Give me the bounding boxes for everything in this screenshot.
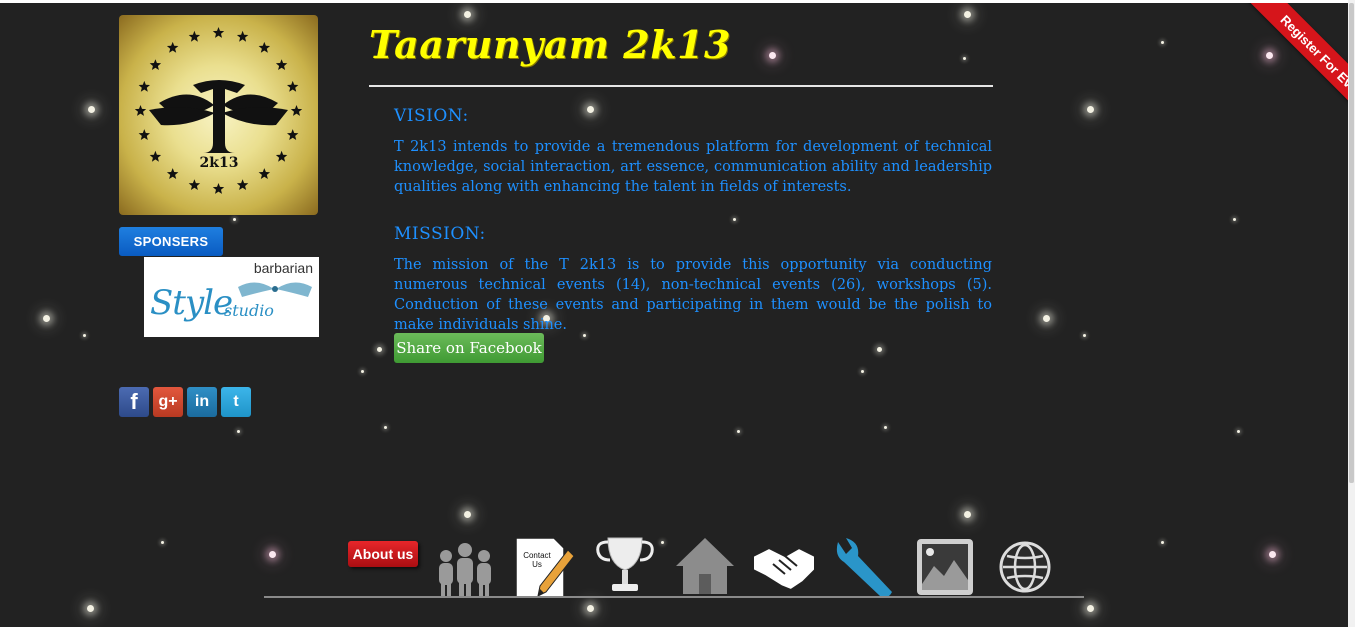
logo-star — [212, 183, 225, 194]
page-title: Taarunyam 2k13 — [369, 22, 731, 67]
wrench-icon[interactable] — [830, 534, 896, 600]
browser-frame-top — [0, 0, 1355, 3]
sponsor-wings-icon — [238, 282, 312, 297]
logo-star — [138, 80, 150, 92]
star — [661, 541, 664, 544]
handshake-icon[interactable] — [751, 534, 817, 600]
vision-heading: VISION: — [394, 106, 469, 126]
google-plus-icon[interactable]: g+ — [153, 387, 183, 417]
sponsors-button[interactable]: SPONSERS — [119, 227, 223, 256]
globe-icon[interactable] — [992, 534, 1058, 600]
sponsor-logo-studio: studio — [224, 301, 274, 320]
star — [88, 106, 95, 113]
logo-star — [188, 30, 201, 42]
star — [1087, 106, 1094, 113]
logo-emblem: 2k13 — [134, 27, 303, 194]
logo-star — [212, 27, 225, 38]
logo-star — [258, 41, 271, 53]
logo-star — [287, 129, 299, 140]
star — [963, 57, 966, 60]
star — [87, 605, 94, 612]
star — [1161, 41, 1164, 44]
svg-text:2k13: 2k13 — [200, 155, 239, 171]
logo-star — [275, 150, 288, 162]
star — [43, 315, 50, 322]
logo-star — [149, 59, 162, 70]
star — [161, 541, 164, 544]
star — [861, 370, 864, 373]
facebook-icon[interactable]: f — [119, 387, 149, 417]
scrollbar-track[interactable] — [1348, 0, 1355, 627]
star — [1087, 605, 1094, 612]
gallery-icon[interactable] — [912, 534, 978, 600]
register-ribbon-wrapper: Register For Event — [1208, 3, 1348, 143]
logo-star — [138, 129, 150, 140]
logo-star — [290, 105, 303, 116]
event-logo: 2k13 — [119, 15, 318, 215]
star — [877, 347, 882, 352]
star — [384, 426, 387, 429]
star — [1043, 315, 1050, 322]
star — [233, 218, 236, 221]
star — [587, 605, 594, 612]
star — [1237, 430, 1240, 433]
logo-star — [134, 105, 147, 116]
star — [377, 347, 382, 352]
logo-star — [236, 30, 249, 42]
star — [83, 334, 86, 337]
sponsor-logo-barbarian[interactable]: barbarian Style studio — [144, 257, 319, 337]
star — [769, 52, 776, 59]
logo-star — [149, 150, 162, 162]
about-us-button[interactable]: About us — [348, 541, 418, 567]
logo-star — [188, 179, 201, 190]
register-for-event-ribbon[interactable]: Register For Event — [1244, 3, 1348, 138]
scrollbar-thumb[interactable] — [1349, 3, 1354, 483]
logo-star — [275, 59, 288, 70]
star — [464, 511, 471, 518]
trophy-icon[interactable] — [592, 534, 658, 600]
vision-text: T 2k13 intends to provide a tremendous p… — [394, 139, 992, 195]
star — [884, 426, 887, 429]
people-icon[interactable] — [432, 534, 498, 600]
star — [464, 11, 471, 18]
logo-star — [287, 80, 299, 92]
home-icon[interactable] — [672, 534, 738, 600]
star — [361, 370, 364, 373]
star — [1233, 218, 1236, 221]
mission-heading: MISSION: — [394, 224, 486, 244]
mission-text: The mission of the T 2k13 is to provide … — [394, 257, 992, 333]
star — [587, 106, 594, 113]
star — [964, 11, 971, 18]
star — [237, 430, 240, 433]
logo-star — [166, 41, 179, 53]
logo-star — [236, 179, 249, 190]
logo-star — [166, 168, 179, 179]
star — [1083, 334, 1086, 337]
share-on-facebook-button[interactable]: Share on Facebook — [394, 333, 544, 363]
star — [964, 511, 971, 518]
sponsor-logo-script: Style — [150, 283, 233, 323]
twitter-icon[interactable]: t — [221, 387, 251, 417]
contact-icon[interactable]: Contact Us — [510, 534, 576, 600]
star — [1269, 551, 1276, 558]
logo-star — [258, 168, 271, 179]
star — [1161, 541, 1164, 544]
title-divider — [369, 85, 993, 87]
sponsor-logo-top-text: barbarian — [253, 260, 313, 276]
star — [733, 218, 736, 221]
star — [737, 430, 740, 433]
linkedin-icon[interactable]: in — [187, 387, 217, 417]
star — [269, 551, 276, 558]
dock-shelf — [264, 596, 1084, 598]
